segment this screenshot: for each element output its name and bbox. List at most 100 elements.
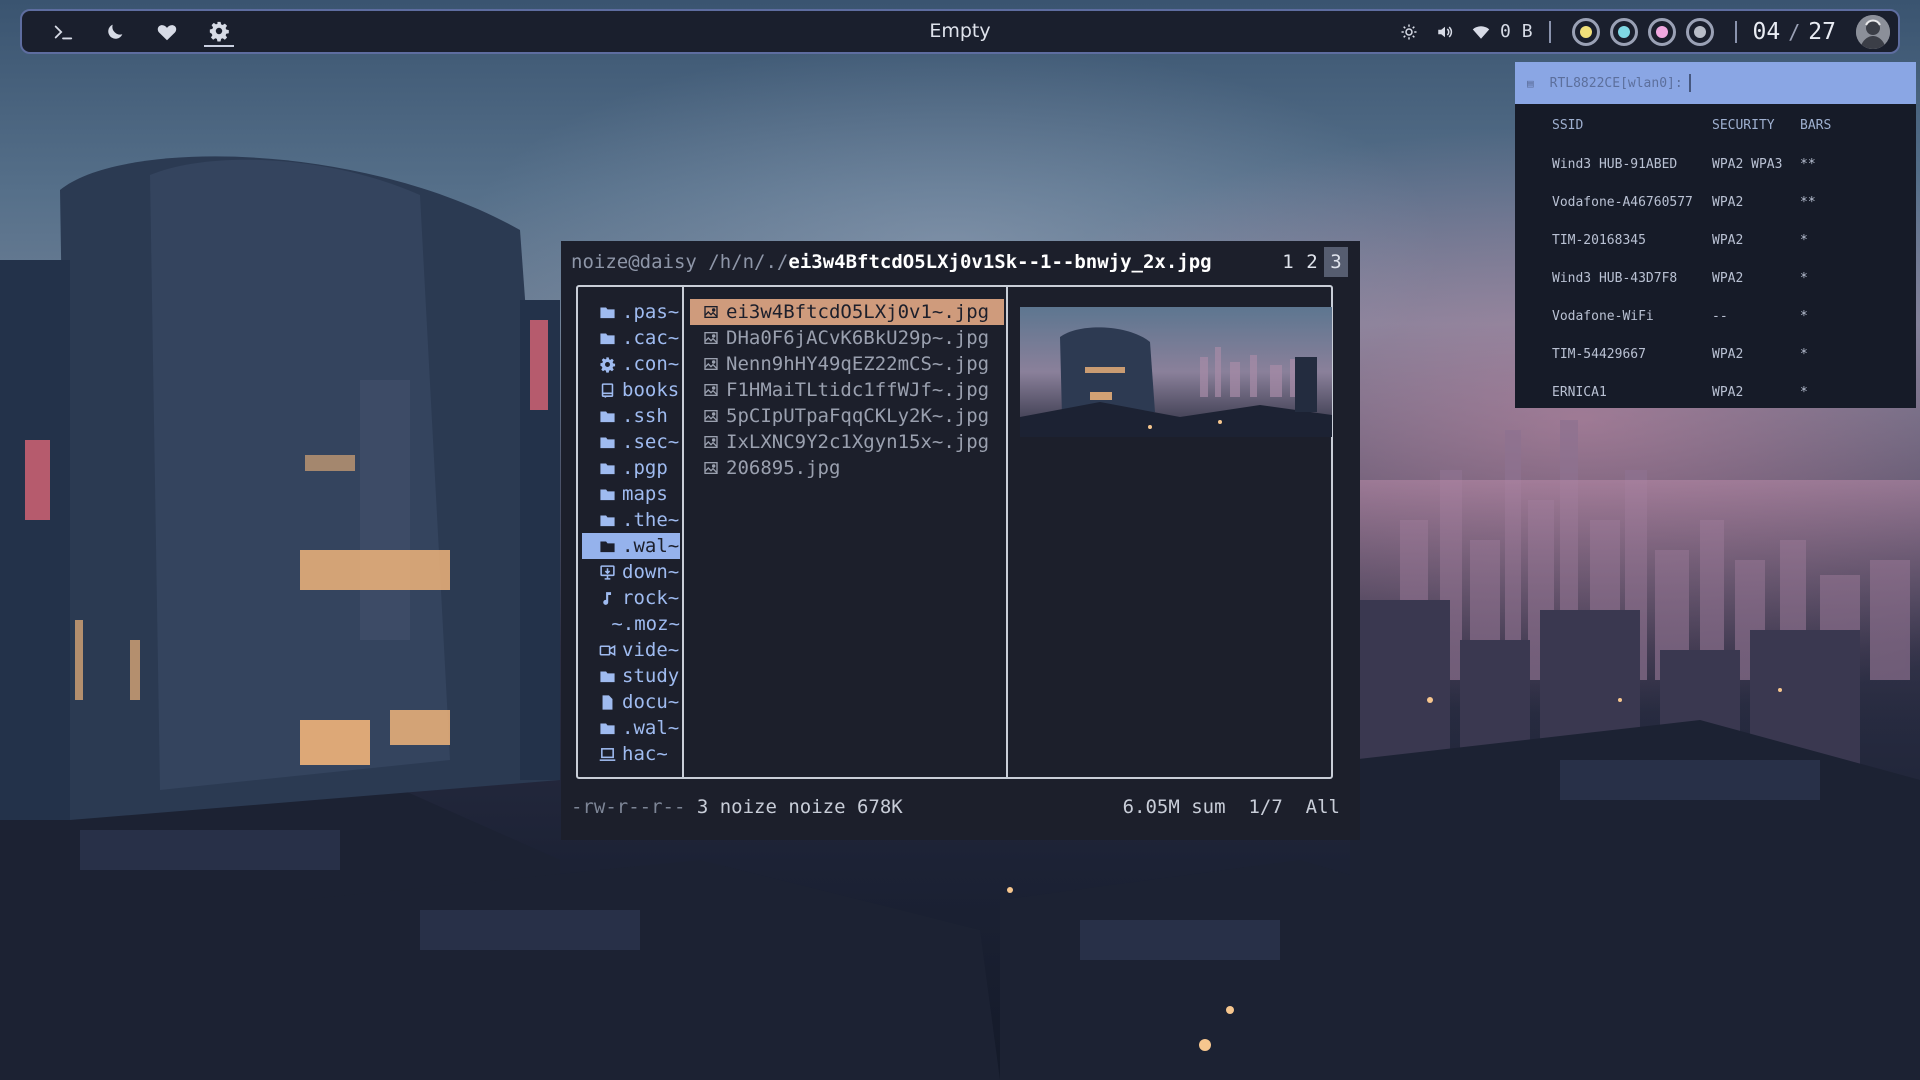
file-item[interactable]: DHa0F6jACvK6BkU29p~.jpg (690, 325, 1004, 351)
wifi-network-row[interactable]: Wind3 HUB-91ABED WPA2 WPA3 ** (1515, 145, 1916, 183)
network-ssid: ERNICA1 (1552, 384, 1607, 400)
wifi-network-row[interactable]: TIM-20168345 WPA2 * (1515, 221, 1916, 259)
network-security: WPA2 (1712, 194, 1744, 210)
image-file-icon (700, 434, 722, 450)
workspace-2[interactable] (1609, 17, 1638, 46)
dir-item[interactable]: docu~ (582, 689, 680, 715)
file-item-label: IxLXNC9Y2c1Xgyn15x~.jpg (726, 431, 990, 453)
file-item[interactable]: ei3w4BftcdO5LXj0v1~.jpg (690, 299, 1004, 325)
dir-item-label: books (622, 379, 680, 401)
folder-icon (596, 486, 618, 503)
network-bars: * (1800, 346, 1808, 362)
dir-item[interactable]: .sec~ (582, 429, 680, 455)
image-file-icon (700, 356, 722, 372)
file-item[interactable]: 5pCIpUTpaFqqCKLy2K~.jpg (690, 403, 1004, 429)
dir-item-label: .con~ (622, 353, 680, 375)
folder-icon (596, 720, 618, 737)
wifi-prompt-bar[interactable]: ▤ RTL8822CE[wlan0]: (1515, 62, 1916, 104)
folder-icon (596, 434, 618, 451)
book-icon (596, 382, 618, 399)
fm-user-host: noize@daisy (571, 251, 697, 273)
file-item[interactable]: F1HMaiTLtidc1ffWJf~.jpg (690, 377, 1004, 403)
dir-item-label: hac~ (622, 743, 668, 765)
file-permissions: -rw-r--r-- (571, 796, 686, 818)
gear-icon (596, 356, 618, 373)
image-preview (1020, 307, 1332, 437)
dir-item[interactable]: ~.moz~ (582, 611, 680, 637)
dir-item[interactable]: .wal~ (582, 533, 680, 559)
heart-icon[interactable] (152, 17, 182, 47)
dir-item[interactable]: .cac~ (582, 325, 680, 351)
dir-item-label: ~.moz~ (611, 613, 680, 635)
video-icon (596, 642, 618, 659)
dir-item[interactable]: .pas~ (582, 299, 680, 325)
wifi-icon[interactable] (1472, 23, 1490, 41)
music-icon (596, 590, 618, 607)
file-item-label: DHa0F6jACvK6BkU29p~.jpg (726, 327, 990, 349)
workspace-dot (1655, 25, 1668, 38)
network-bars: ** (1800, 156, 1816, 172)
dir-item-label: study (622, 665, 680, 687)
dir-item[interactable]: .pgp (582, 455, 680, 481)
dir-item[interactable]: books (582, 377, 680, 403)
file-info: 3 noize noize 678K (696, 796, 903, 818)
clock-separator: / (1788, 19, 1801, 44)
file-item[interactable]: IxLXNC9Y2c1Xgyn15x~.jpg (690, 429, 1004, 455)
dir-item[interactable]: hac~ (582, 741, 680, 767)
file-item[interactable]: 206895.jpg (690, 455, 1004, 481)
terminal-icon[interactable] (48, 17, 78, 47)
separator (1548, 20, 1551, 43)
wifi-network-row[interactable]: ERNICA1 WPA2 * (1515, 373, 1916, 411)
preview-pane (1010, 287, 1332, 777)
network-ssid: Vodafone-WiFi (1552, 308, 1654, 324)
header-ssid: SSID (1552, 117, 1584, 133)
parent-dir-pane: .pas~ .cac~ .con~ books .ssh .sec~ .pgp maps .th… (578, 287, 684, 777)
network-ssid: Wind3 HUB-91ABED (1552, 156, 1678, 172)
dir-item-label: maps (622, 483, 668, 505)
dir-item[interactable]: vide~ (582, 637, 680, 663)
file-item[interactable]: Nenn9hHY49qEZ22mCS~.jpg (690, 351, 1004, 377)
brightness-icon[interactable] (1400, 23, 1418, 41)
workspace-1[interactable] (1571, 17, 1600, 46)
dir-item[interactable]: .wal~ (582, 715, 680, 741)
moon-icon[interactable] (100, 17, 130, 47)
network-ssid: TIM-20168345 (1552, 232, 1646, 248)
wifi-menu: ▤ RTL8822CE[wlan0]: SSID SECURITY BARS W… (1515, 62, 1916, 408)
workspace-3[interactable] (1647, 17, 1676, 46)
folder-icon (596, 512, 618, 529)
fm-tab-3[interactable]: 3 (1324, 247, 1348, 277)
fm-tab-1[interactable]: 1 (1276, 247, 1300, 277)
wifi-network-row[interactable]: TIM-54429667 WPA2 * (1515, 335, 1916, 373)
fm-tabs: 123 (1276, 247, 1348, 277)
fm-tab-2[interactable]: 2 (1300, 247, 1324, 277)
dir-item[interactable]: .ssh (582, 403, 680, 429)
file-item-label: 206895.jpg (726, 457, 841, 479)
volume-icon[interactable] (1436, 23, 1454, 41)
workspace-dot (1617, 25, 1630, 38)
file-item-label: ei3w4BftcdO5LXj0v1~.jpg (726, 301, 990, 323)
wifi-network-row[interactable]: Vodafone-WiFi -- * (1515, 297, 1916, 335)
workspace-4[interactable] (1685, 17, 1714, 46)
wifi-network-row[interactable]: Wind3 HUB-43D7F8 WPA2 * (1515, 259, 1916, 297)
dir-item[interactable]: maps (582, 481, 680, 507)
folder-icon (596, 668, 618, 685)
file-item-label: 5pCIpUTpaFqqCKLy2K~.jpg (726, 405, 990, 427)
laptop-icon (596, 746, 618, 763)
dir-item[interactable]: study (582, 663, 680, 689)
clock-day: 27 (1808, 18, 1836, 45)
wifi-network-row[interactable]: Vodafone-A46760577 WPA2 ** (1515, 183, 1916, 221)
fm-path: /h/n/./ (708, 251, 789, 273)
gear-icon[interactable] (204, 17, 234, 47)
launcher-group (48, 11, 234, 52)
network-security: WPA2 (1712, 232, 1744, 248)
dir-item[interactable]: .con~ (582, 351, 680, 377)
dir-item[interactable]: down~ (582, 559, 680, 585)
dir-item-label: docu~ (622, 691, 680, 713)
image-file-icon (700, 382, 722, 398)
network-security: WPA2 WPA3 (1712, 156, 1783, 172)
dir-size-sum: 6.05M sum (1122, 796, 1226, 818)
avatar[interactable] (1856, 14, 1890, 49)
separator (1734, 20, 1737, 43)
dir-item[interactable]: .the~ (582, 507, 680, 533)
dir-item[interactable]: rock~ (582, 585, 680, 611)
